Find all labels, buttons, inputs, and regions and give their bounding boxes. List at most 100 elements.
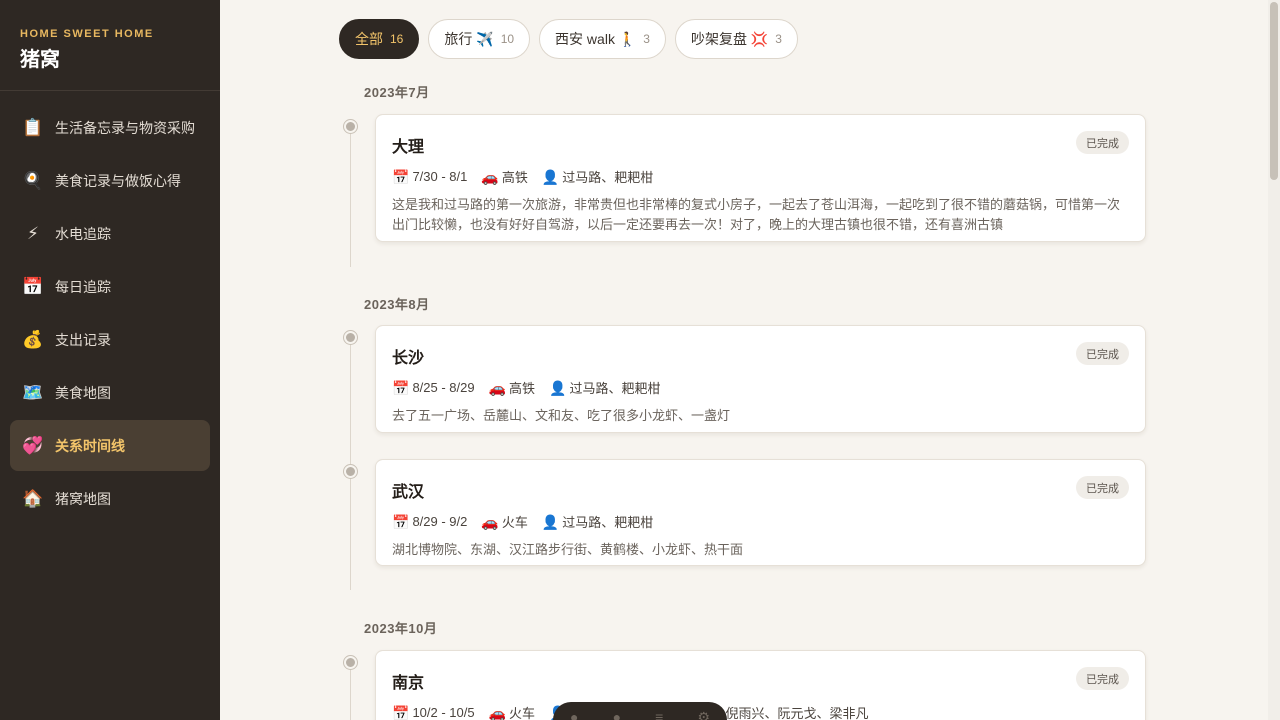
hearts-icon: 💞: [22, 436, 44, 455]
sidebar-item-label: 生活备忘录与物资采购: [55, 119, 195, 136]
timeline-card[interactable]: 南京 已完成 📅10/2 - 10/5 🚗火车 👤过马路、耙耙柑、黄宇晗、倪雨兴…: [375, 650, 1146, 720]
person-icon: 👤: [541, 513, 560, 530]
card-title: 武汉: [392, 484, 425, 501]
status-badge: 已完成: [1076, 667, 1129, 690]
house-icon: 🏠: [22, 489, 44, 508]
card-date: 10/2 - 10/5: [412, 705, 475, 720]
sidebar-item-label: 支出记录: [55, 331, 111, 348]
sidebar-item-timeline[interactable]: 💞 关系时间线: [10, 420, 210, 471]
card-meta: 📅 8/25 - 8/29 🚗 高铁 👤 过马路、耙耙柑: [392, 378, 1129, 397]
calendar-icon: 📅: [392, 168, 410, 185]
chip-label: 全部: [355, 31, 383, 47]
card-title: 南京: [392, 675, 425, 692]
month-header: 2023年7月: [364, 85, 430, 100]
card-people: 过马路、耙耙柑: [569, 381, 661, 396]
timeline-card[interactable]: 大理 已完成 📅 7/30 - 8/1 🚗 高铁 👤 过马路、耙耙柑 这是我和过马路的…: [375, 114, 1146, 242]
clipboard-icon: 📋: [22, 118, 44, 137]
filter-chip-xian-walk[interactable]: 西安 walk 🚶 3: [539, 19, 666, 59]
card-transport: 火车: [509, 706, 536, 720]
card-meta: 📅 7/30 - 8/1 🚗 高铁 👤 过马路、耙耙柑: [392, 167, 1129, 186]
sidebar-item-food-map[interactable]: 🗺️ 美食地图: [10, 367, 210, 418]
chip-count: 3: [775, 32, 782, 46]
card-people: 过马路、耙耙柑: [562, 170, 654, 185]
floating-toolbar[interactable]: ● ● ≡ ⚙: [553, 702, 727, 720]
menu-icon[interactable]: ≡: [655, 710, 663, 720]
sidebar-nav: 📋 生活备忘录与物资采购 🍳 美食记录与做饭心得 ⚡ 水电追踪 📅 每日追踪 💰…: [0, 91, 220, 524]
filter-chip-quarrel-review[interactable]: 吵架复盘 💢 3: [674, 19, 798, 59]
timeline-main: 全部 16 旅行 ✈️ 10 西安 walk 🚶 3 吵架复盘 💢 3 2023…: [220, 0, 1268, 720]
timeline-dot: [344, 120, 357, 133]
calendar-icon: 📅: [392, 704, 410, 720]
lightning-icon: ⚡: [27, 224, 39, 243]
timeline-dot: [344, 656, 357, 669]
sidebar-item-label: 关系时间线: [55, 437, 125, 454]
calendar-icon: 📅: [392, 379, 410, 396]
brand: HOME SWEET HOME 猪窝: [0, 0, 220, 91]
month-header: 2023年8月: [364, 297, 430, 312]
scrollbar-track[interactable]: [1268, 0, 1280, 720]
calendar-icon: 📅: [22, 277, 44, 296]
timeline-dot: [344, 465, 357, 478]
timeline-card[interactable]: 长沙 已完成 📅 8/25 - 8/29 🚗 高铁 👤 过马路、耙耙柑 去了五一广场、…: [375, 325, 1146, 433]
chip-label: 旅行 ✈️: [444, 31, 494, 47]
sidebar-item-label: 猪窝地图: [55, 490, 111, 507]
card-description: 去了五一广场、岳麓山、文和友、吃了很多小龙虾、一盏灯: [392, 408, 731, 423]
month-header: 2023年10月: [364, 621, 438, 636]
sidebar-item-utilities[interactable]: ⚡ 水电追踪: [10, 208, 210, 259]
card-description: 湖北博物院、东湖、汉江路步行街、黄鹤楼、小龙虾、热干面: [392, 542, 744, 557]
car-icon: 🚗: [488, 704, 507, 720]
brand-title: 猪窝: [20, 49, 60, 71]
card-date: 7/30 - 8/1: [412, 169, 468, 184]
card-title: 长沙: [392, 350, 425, 367]
money-bag-icon: 💰: [22, 330, 44, 349]
frying-pan-icon: 🍳: [22, 171, 44, 190]
toolbar-icon-1[interactable]: ●: [570, 710, 578, 720]
status-badge: 已完成: [1076, 476, 1129, 499]
sidebar-item-label: 美食地图: [55, 384, 111, 401]
sidebar-item-food-log[interactable]: 🍳 美食记录与做饭心得: [10, 155, 210, 206]
chip-count: 16: [390, 32, 404, 46]
card-date: 8/29 - 9/2: [412, 514, 468, 529]
card-meta: 📅10/2 - 10/5 🚗火车 👤过马路、耙耙柑、黄宇晗、倪雨兴、阮元戈、梁非…: [392, 703, 1129, 720]
timeline-dot: [344, 331, 357, 344]
sidebar: HOME SWEET HOME 猪窝 📋 生活备忘录与物资采购 🍳 美食记录与做…: [0, 0, 220, 720]
timeline-rail: [350, 127, 351, 267]
sidebar-item-home-map[interactable]: 🏠 猪窝地图: [10, 473, 210, 524]
card-title: 大理: [392, 139, 425, 156]
person-icon: 👤: [549, 379, 567, 396]
status-badge: 已完成: [1076, 131, 1129, 154]
timeline-rail: [350, 663, 351, 720]
status-badge: 已完成: [1076, 342, 1129, 365]
gear-icon[interactable]: ⚙: [697, 710, 710, 720]
filter-chip-travel[interactable]: 旅行 ✈️ 10: [428, 19, 531, 59]
filter-chips: 全部 16 旅行 ✈️ 10 西安 walk 🚶 3 吵架复盘 💢 3: [339, 19, 798, 59]
toolbar-icon-2[interactable]: ●: [613, 710, 621, 720]
calendar-icon: 📅: [392, 513, 410, 530]
map-icon: 🗺️: [22, 383, 44, 402]
timeline-rail: [350, 338, 351, 590]
card-transport: 高铁: [501, 170, 528, 185]
car-icon: 🚗: [488, 379, 507, 396]
card-people: 过马路、耙耙柑: [562, 515, 654, 530]
filter-chip-all[interactable]: 全部 16: [339, 19, 420, 59]
sidebar-item-daily[interactable]: 📅 每日追踪: [10, 261, 210, 312]
timeline-card[interactable]: 武汉 已完成 📅 8/29 - 9/2 🚗 火车 👤 过马路、耙耙柑 湖北博物院、东湖…: [375, 459, 1146, 566]
person-icon: 👤: [541, 168, 560, 185]
card-transport: 高铁: [509, 381, 536, 396]
sidebar-item-label: 水电追踪: [55, 225, 111, 242]
card-date: 8/25 - 8/29: [412, 380, 475, 395]
chip-count: 3: [643, 32, 650, 46]
sidebar-item-expenses[interactable]: 💰 支出记录: [10, 314, 210, 365]
brand-subtitle: HOME SWEET HOME: [20, 28, 154, 40]
car-icon: 🚗: [481, 168, 499, 185]
chip-label: 吵架复盘 💢: [690, 31, 769, 47]
chip-count: 10: [500, 32, 515, 46]
card-transport: 火车: [501, 515, 528, 530]
card-description: 这是我和过马路的第一次旅游，非常贵但也非常棒的复式小房子，一起去了苍山洱海，一起…: [392, 197, 1121, 232]
sidebar-item-memo[interactable]: 📋 生活备忘录与物资采购: [10, 102, 210, 153]
car-icon: 🚗: [481, 513, 499, 530]
chip-label: 西安 walk 🚶: [555, 31, 637, 47]
sidebar-item-label: 每日追踪: [55, 278, 111, 295]
scrollbar-thumb[interactable]: [1270, 2, 1278, 180]
card-meta: 📅 8/29 - 9/2 🚗 火车 👤 过马路、耙耙柑: [392, 512, 1129, 531]
